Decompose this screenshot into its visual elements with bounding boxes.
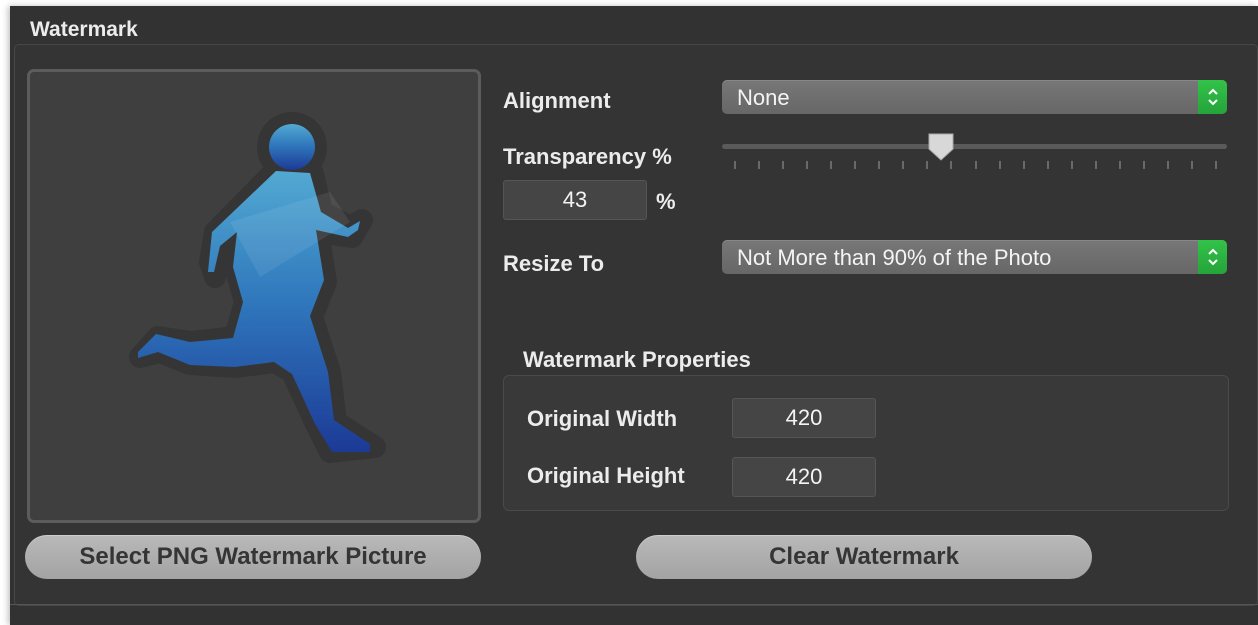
- popup-stepper-icon: [1198, 80, 1227, 114]
- resize-value: Not More than 90% of the Photo: [737, 245, 1052, 270]
- slider-tick: [1215, 161, 1217, 169]
- slider-tick: [782, 161, 785, 169]
- slider-tick: [806, 161, 809, 169]
- watermark-image-well[interactable]: [27, 69, 481, 523]
- transparency-field[interactable]: 43: [503, 180, 647, 220]
- properties-title: Watermark Properties: [523, 347, 751, 372]
- slider-tick: [998, 161, 1001, 169]
- bottom-divider: [10, 604, 1258, 605]
- original-height-label: Original Height: [527, 463, 685, 488]
- slider-tick: [854, 161, 857, 169]
- slider-tick: [1022, 161, 1025, 169]
- original-height-field: 420: [732, 457, 876, 497]
- slider-tick: [1166, 161, 1169, 169]
- slider-ticks: [722, 161, 1227, 171]
- slider-tick: [950, 161, 953, 169]
- slider-tick: [878, 161, 881, 169]
- slider-tick: [902, 161, 905, 169]
- alignment-popup[interactable]: None: [722, 80, 1227, 114]
- slider-tick: [1046, 161, 1049, 169]
- original-width-field: 420: [732, 398, 876, 438]
- percent-label: %: [656, 189, 676, 214]
- slider-tick: [758, 161, 761, 169]
- watermark-panel: Watermark Alignment None Transparency % …: [10, 6, 1258, 625]
- slider-tick: [1094, 161, 1097, 169]
- transparency-slider-knob[interactable]: [926, 132, 956, 162]
- slider-tick: [1142, 161, 1145, 169]
- alignment-label: Alignment: [503, 88, 611, 113]
- slider-tick: [1070, 161, 1073, 169]
- slider-tick: [1190, 161, 1193, 169]
- popup-stepper-icon: [1198, 240, 1227, 274]
- group-title: Watermark: [30, 18, 138, 41]
- original-width-label: Original Width: [527, 406, 678, 431]
- clear-watermark-button[interactable]: Clear Watermark: [636, 535, 1092, 579]
- slider-tick: [974, 161, 977, 169]
- transparency-slider-track[interactable]: [722, 144, 1227, 149]
- slider-tick: [1118, 161, 1121, 169]
- resize-popup[interactable]: Not More than 90% of the Photo: [722, 240, 1227, 274]
- transparency-label: Transparency %: [503, 144, 672, 169]
- slider-tick: [830, 161, 833, 169]
- resize-label: Resize To: [503, 251, 605, 276]
- alignment-value: None: [737, 85, 790, 110]
- slider-tick: [734, 161, 736, 169]
- select-png-button[interactable]: Select PNG Watermark Picture: [25, 535, 481, 579]
- running-man-icon: [129, 112, 386, 463]
- slider-tick: [926, 161, 929, 169]
